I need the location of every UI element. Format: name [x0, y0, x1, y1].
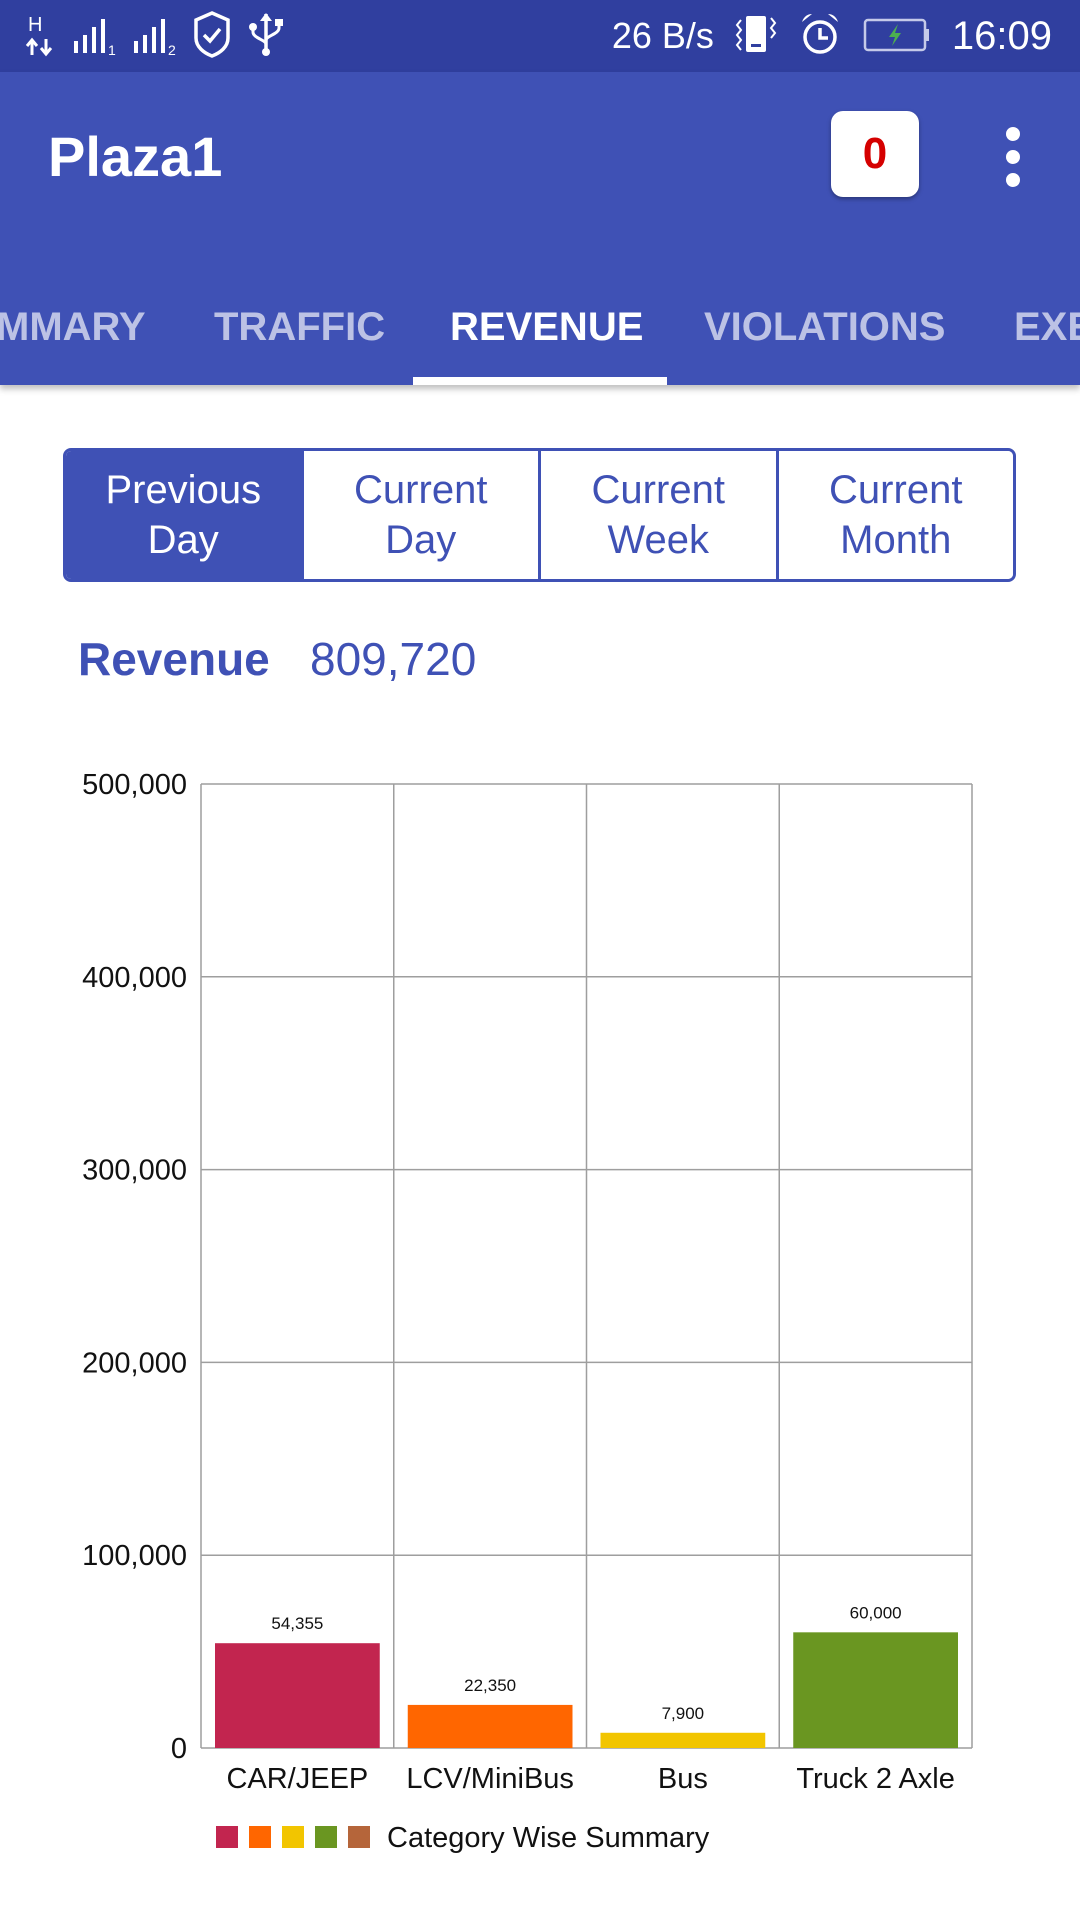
tab-revenue[interactable]: REVENUE	[450, 270, 643, 385]
bar-car-jeep	[215, 1643, 380, 1748]
y-tick-label: 0	[171, 1733, 187, 1765]
alarm-icon	[798, 10, 842, 63]
x-category-label: CAR/JEEP	[226, 1763, 368, 1795]
active-tab-indicator	[413, 377, 667, 385]
app-title: Plaza1	[48, 125, 223, 188]
bar-value-label: 22,350	[464, 1676, 516, 1695]
button-label-line2: Month	[840, 518, 952, 562]
button-label-line1: Current	[829, 468, 963, 512]
revenue-value: 809,720	[310, 633, 477, 685]
legend-swatch	[315, 1826, 337, 1848]
legend-label: Category Wise Summary	[387, 1822, 710, 1854]
y-tick-label: 200,000	[82, 1347, 187, 1379]
svg-text:1: 1	[108, 42, 116, 57]
status-bar: H 1 2 26 B/s 16:09	[0, 0, 1080, 72]
bar-lcv-minibus	[407, 1704, 573, 1748]
revenue-label: Revenue	[78, 633, 270, 685]
bar-bus	[600, 1732, 766, 1748]
shield-check-icon	[192, 10, 232, 63]
tab-violations[interactable]: VIOLATIONS	[704, 270, 945, 385]
tab-exempt[interactable]: EXE	[1014, 270, 1080, 385]
y-tick-label: 400,000	[82, 962, 187, 994]
usb-icon	[246, 10, 286, 63]
button-label-line1: Current	[354, 468, 488, 512]
button-label-line2: Day	[147, 518, 219, 562]
button-label-line2: Week	[607, 518, 709, 562]
vibrate-icon	[734, 10, 778, 63]
period-selector: Previous Day Current Day Current Week Curre…	[63, 448, 1016, 582]
bar-value-label: 60,000	[850, 1603, 902, 1622]
x-category-label: Truck 2 Axle	[796, 1763, 954, 1795]
network-speed: 26 B/s	[611, 15, 714, 56]
y-tick-label: 100,000	[82, 1540, 187, 1572]
battery-charging-icon	[862, 10, 932, 63]
signal-sim1-icon: 1	[72, 11, 118, 62]
more-vert-icon[interactable]	[990, 127, 1036, 187]
tab-summary[interactable]: MMARY	[0, 270, 146, 385]
revenue-bar-chart: 0 100,000 200,000 300,000 400,000 500,000 54,3…	[82, 769, 973, 1854]
current-day-button[interactable]: Current Day	[300, 451, 538, 579]
x-category-label: Bus	[658, 1763, 708, 1795]
hspa-data-icon: H	[24, 11, 58, 62]
button-label-line1: Current	[591, 468, 725, 512]
clock: 16:09	[951, 13, 1052, 58]
button-label-line1: Previous	[105, 468, 262, 512]
tab-traffic[interactable]: TRAFFIC	[214, 270, 385, 385]
current-month-button[interactable]: Current Month	[775, 451, 1013, 579]
bar-value-label: 7,900	[662, 1704, 705, 1723]
legend-swatch	[249, 1826, 271, 1848]
current-week-button[interactable]: Current Week	[538, 451, 776, 579]
y-tick-label: 300,000	[82, 1155, 187, 1187]
tab-bar: MMARY TRAFFIC REVENUE VIOLATIONS EXE	[0, 270, 1080, 385]
bar-value-label: 54,355	[271, 1614, 323, 1633]
y-tick-label: 500,000	[82, 769, 187, 801]
legend-swatch	[282, 1826, 304, 1848]
legend-swatch	[348, 1826, 370, 1848]
svg-text:H: H	[28, 14, 42, 36]
x-category-label: LCV/MiniBus	[406, 1763, 574, 1795]
signal-sim2-icon: 2	[132, 11, 178, 62]
bar-truck-2-axle	[793, 1632, 958, 1748]
app-bar: Plaza1 0 MMARY TRAFFIC REVENUE VIOLATION…	[0, 72, 1080, 385]
notification-count-badge[interactable]: 0	[831, 111, 919, 197]
previous-day-button[interactable]: Previous Day	[66, 451, 301, 579]
button-label-line2: Day	[385, 518, 457, 562]
svg-text:2: 2	[168, 42, 176, 57]
legend-swatch	[216, 1826, 238, 1848]
